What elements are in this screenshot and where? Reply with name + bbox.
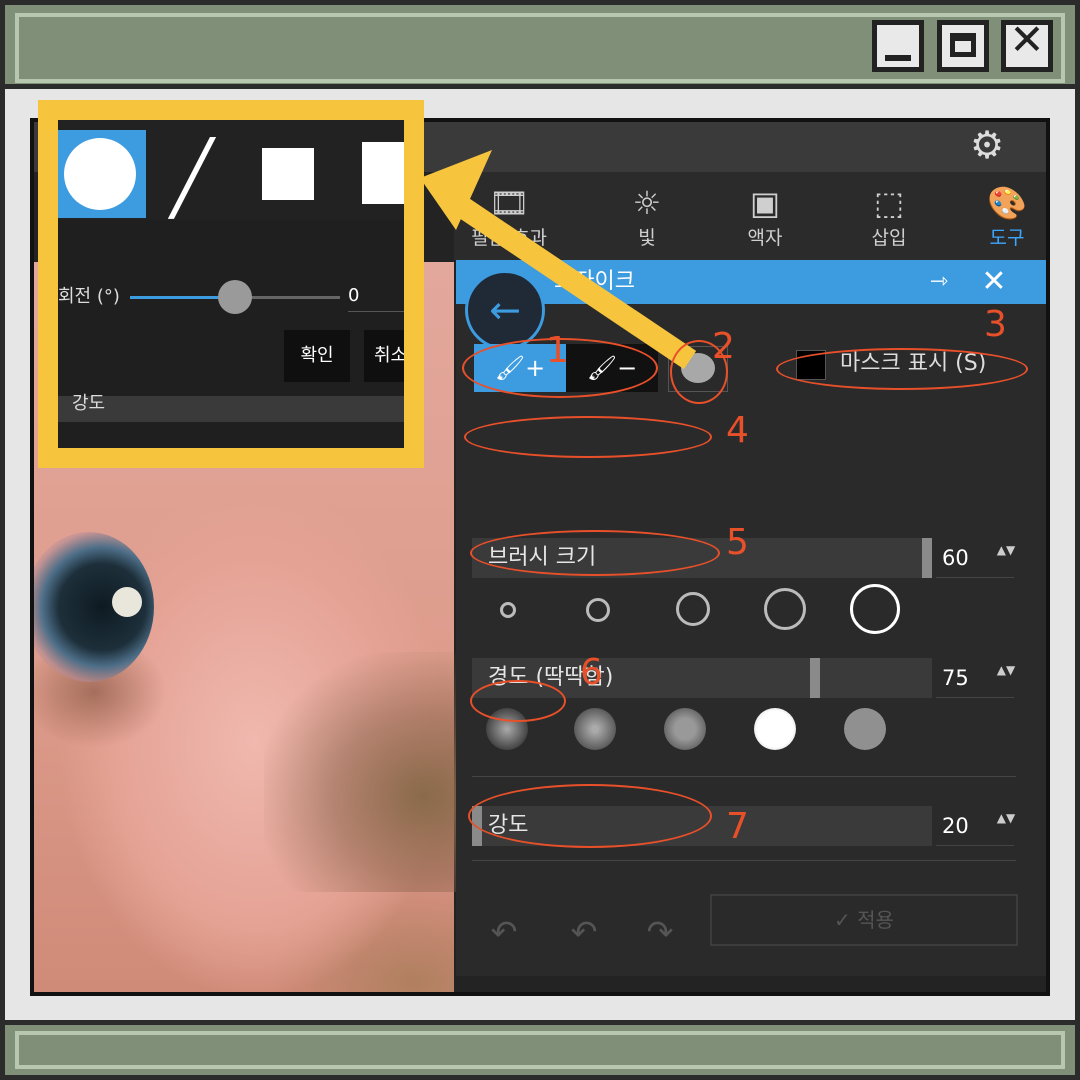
annotation-number: 1	[546, 330, 569, 371]
minimize-icon	[885, 55, 911, 61]
shape-rect-icon[interactable]	[362, 142, 404, 204]
tab-insert[interactable]: ⬚ 삽입	[844, 180, 934, 258]
star-frame-icon: ⬚	[873, 184, 905, 222]
minimize-button[interactable]	[872, 20, 924, 72]
ok-button[interactable]: 확인	[284, 330, 350, 382]
brush-size-spinner[interactable]: ▲▼	[996, 538, 1016, 578]
panel-header: 모자이크 ⇾ ✕	[456, 260, 1046, 304]
palette-icon: 🎨	[987, 184, 1027, 222]
tab-film[interactable]: 🎞 필름 효과	[464, 180, 554, 258]
annotation-ellipse	[464, 416, 712, 458]
rotation-slider-thumb[interactable]	[218, 280, 252, 314]
window-footer	[5, 1020, 1075, 1075]
rotation-label: 회전 (°)	[58, 286, 120, 307]
panel-title: 모자이크	[554, 269, 635, 294]
size-preset[interactable]	[764, 588, 806, 630]
divider	[472, 860, 1016, 861]
rotation-value[interactable]: 0	[348, 280, 404, 312]
sun-icon: ☼	[632, 184, 662, 222]
size-preset[interactable]	[676, 592, 710, 626]
slider-thumb[interactable]	[922, 538, 932, 578]
annotation-number: 7	[726, 806, 749, 847]
hardness-preset[interactable]	[754, 708, 796, 750]
size-preset[interactable]	[500, 602, 516, 618]
size-preset[interactable]	[586, 598, 610, 622]
film-icon: 🎞	[488, 184, 530, 222]
size-preset[interactable]	[850, 584, 900, 634]
maximize-icon	[950, 33, 976, 57]
close-icon[interactable]: ✕	[971, 260, 1017, 304]
maximize-button[interactable]	[937, 20, 989, 72]
frame-icon: ▣	[749, 184, 781, 222]
annotation-ellipse	[468, 784, 712, 848]
annotation-number: 4	[726, 410, 749, 451]
footer-inner	[15, 1031, 1065, 1069]
slider-thumb[interactable]	[810, 658, 820, 698]
annotation-ellipse	[776, 348, 1028, 390]
undo-all-icon[interactable]: ↶	[476, 910, 532, 954]
annotation-number: 3	[984, 304, 1007, 345]
annotation-number: 6	[580, 652, 603, 693]
apply-button[interactable]: ✓ 적용	[710, 894, 1018, 946]
hardness-preset[interactable]	[664, 708, 706, 750]
tab-label: 도구	[989, 227, 1025, 249]
tab-label: 빛	[638, 227, 656, 249]
tab-label: 액자	[747, 227, 783, 249]
shape-square-icon[interactable]	[262, 148, 314, 200]
annotation-ellipse	[470, 680, 566, 722]
pin-icon[interactable]: ⇾	[916, 260, 962, 304]
category-tabbar: 🎞 필름 효과 ☼ 빛 ▣ 액자 ⬚ 삽입 🎨 도구	[454, 172, 1046, 260]
zoom-callout: ╱ 회전 (°) 0 확인 취소 강도	[38, 100, 424, 468]
tab-frame[interactable]: ▣ 액자	[720, 180, 810, 258]
tab-label: 필름 효과	[471, 227, 547, 249]
shape-line-icon[interactable]: ╱	[162, 143, 222, 213]
tab-tools[interactable]: 🎨 도구	[962, 180, 1046, 258]
shape-circle-button[interactable]	[58, 130, 146, 218]
hardness-spinner[interactable]: ▲▼	[996, 658, 1016, 698]
action-bar: ↶ ↶ ↷ ✓ 적용	[456, 860, 1046, 976]
tab-light[interactable]: ☼ 빛	[602, 180, 692, 258]
photo-shadow	[264, 652, 464, 892]
back-button[interactable]: ←	[465, 270, 545, 350]
undo-icon[interactable]: ↶	[556, 910, 612, 954]
hardness-preset[interactable]	[574, 708, 616, 750]
brush-size-presets	[486, 580, 926, 640]
shape-picker: ╱	[58, 120, 404, 220]
zoom-strength-label: 강도	[58, 395, 404, 422]
close-button[interactable]: ✕	[1001, 15, 1053, 72]
circle-shape-icon	[64, 138, 136, 210]
annotation-number: 5	[726, 522, 749, 563]
cancel-button[interactable]: 취소	[364, 330, 404, 382]
tab-label: 삽입	[871, 227, 907, 249]
gear-icon[interactable]: ⚙	[962, 122, 1012, 168]
strength-spinner[interactable]: ▲▼	[996, 806, 1016, 846]
close-icon: ✕	[1009, 15, 1045, 64]
annotation-ellipse	[470, 530, 720, 576]
annotation-number: 2	[712, 326, 735, 367]
redo-icon[interactable]: ↷	[632, 910, 688, 954]
photo-eye-highlight	[112, 587, 142, 617]
divider	[472, 776, 1016, 777]
hardness-preset[interactable]	[844, 708, 886, 750]
